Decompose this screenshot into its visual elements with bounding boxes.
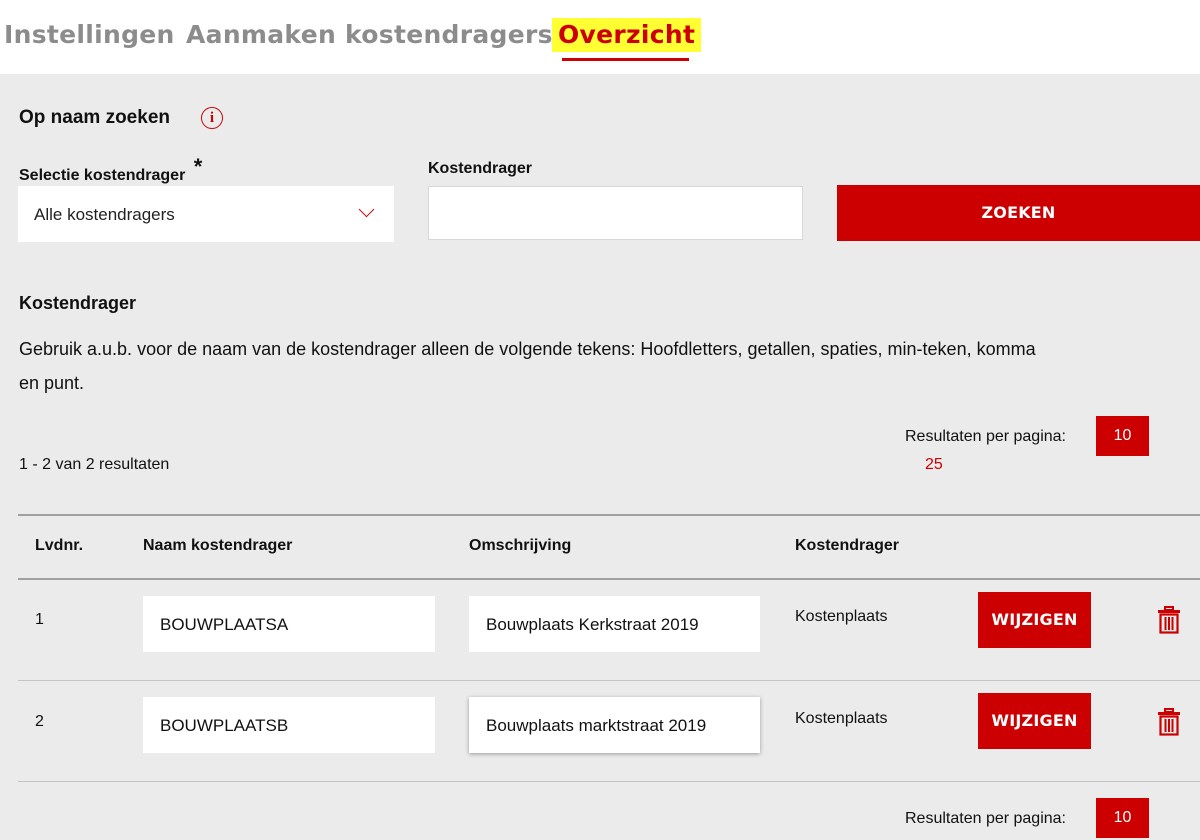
info-text-line2: en punt. xyxy=(19,373,85,393)
kostendrager-heading: Kostendrager xyxy=(19,293,137,313)
row-1-omschrijving-value: Bouwplaats Kerkstraat 2019 xyxy=(486,615,699,634)
row-2-type: Kostenplaats xyxy=(795,710,888,727)
trash-icon[interactable] xyxy=(1157,708,1181,736)
row-2-naam-input[interactable]: BOUWPLAATSB xyxy=(143,697,435,753)
chevron-down-icon xyxy=(358,201,375,218)
row-1-naam-input[interactable]: BOUWPLAATSA xyxy=(143,596,435,652)
table-header-border xyxy=(18,578,1200,580)
results-summary: 1 - 2 van 2 resultaten xyxy=(19,456,170,473)
per-page-10-selected[interactable]: 10 xyxy=(1096,416,1149,456)
per-page-label: Resultaten per pagina: xyxy=(905,428,1066,445)
info-text-line1: Gebruik a.u.b. voor de naam van de koste… xyxy=(19,339,1036,359)
column-header-omschrijving: Omschrijving xyxy=(469,537,572,554)
kostendrager-select[interactable]: Alle kostendragers xyxy=(18,186,394,242)
per-page-25-option[interactable]: 25 xyxy=(925,456,943,474)
select-label: Selectie kostendrager * xyxy=(19,154,202,186)
column-header-naam: Naam kostendrager xyxy=(143,537,293,554)
tab-overzicht[interactable]: Overzicht xyxy=(552,18,702,52)
row-2-naam-value: BOUWPLAATSB xyxy=(160,716,289,735)
row-1-wijzigen-button[interactable]: WIJZIGEN xyxy=(978,592,1091,648)
column-header-kostendrager: Kostendrager xyxy=(795,537,900,554)
row-1-naam-value: BOUWPLAATSA xyxy=(160,615,289,634)
kostendrager-search-input[interactable] xyxy=(428,186,803,240)
row-1-type: Kostenplaats xyxy=(795,608,888,625)
row-2-wijzigen-button[interactable]: WIJZIGEN xyxy=(978,693,1091,749)
row-divider xyxy=(18,680,1200,681)
info-icon[interactable]: i xyxy=(201,107,223,129)
footer-per-page-10-selected[interactable]: 10 xyxy=(1096,798,1149,838)
row-2-nr: 2 xyxy=(35,713,44,730)
row-2-omschrijving-input[interactable]: Bouwplaats marktstraat 2019 xyxy=(469,697,760,753)
tab-bar: Instellingen Aanmaken kostendragers Over… xyxy=(0,0,1200,74)
tab-aanmaken-kostendragers[interactable]: Aanmaken kostendragers xyxy=(186,18,553,52)
select-value: Alle kostendragers xyxy=(34,205,175,224)
trash-icon[interactable] xyxy=(1157,606,1181,634)
zoeken-button[interactable]: ZOEKEN xyxy=(837,185,1200,241)
row-2-omschrijving-value: Bouwplaats marktstraat 2019 xyxy=(486,716,707,735)
column-header-lvdnr: Lvdnr. xyxy=(35,537,84,554)
row-1-nr: 1 xyxy=(35,611,44,628)
search-heading: Op naam zoeken xyxy=(19,107,170,128)
table-top-border xyxy=(18,514,1200,516)
active-tab-indicator xyxy=(562,58,689,61)
tab-instellingen[interactable]: Instellingen xyxy=(4,18,175,52)
row-1-omschrijving-input[interactable]: Bouwplaats Kerkstraat 2019 xyxy=(469,596,760,652)
required-mark: * xyxy=(193,154,203,179)
footer-per-page-label: Resultaten per pagina: xyxy=(905,810,1066,827)
kostendrager-input-label: Kostendrager xyxy=(428,160,533,177)
table-bottom-border xyxy=(18,781,1200,782)
select-label-text: Selectie kostendrager xyxy=(19,167,186,184)
